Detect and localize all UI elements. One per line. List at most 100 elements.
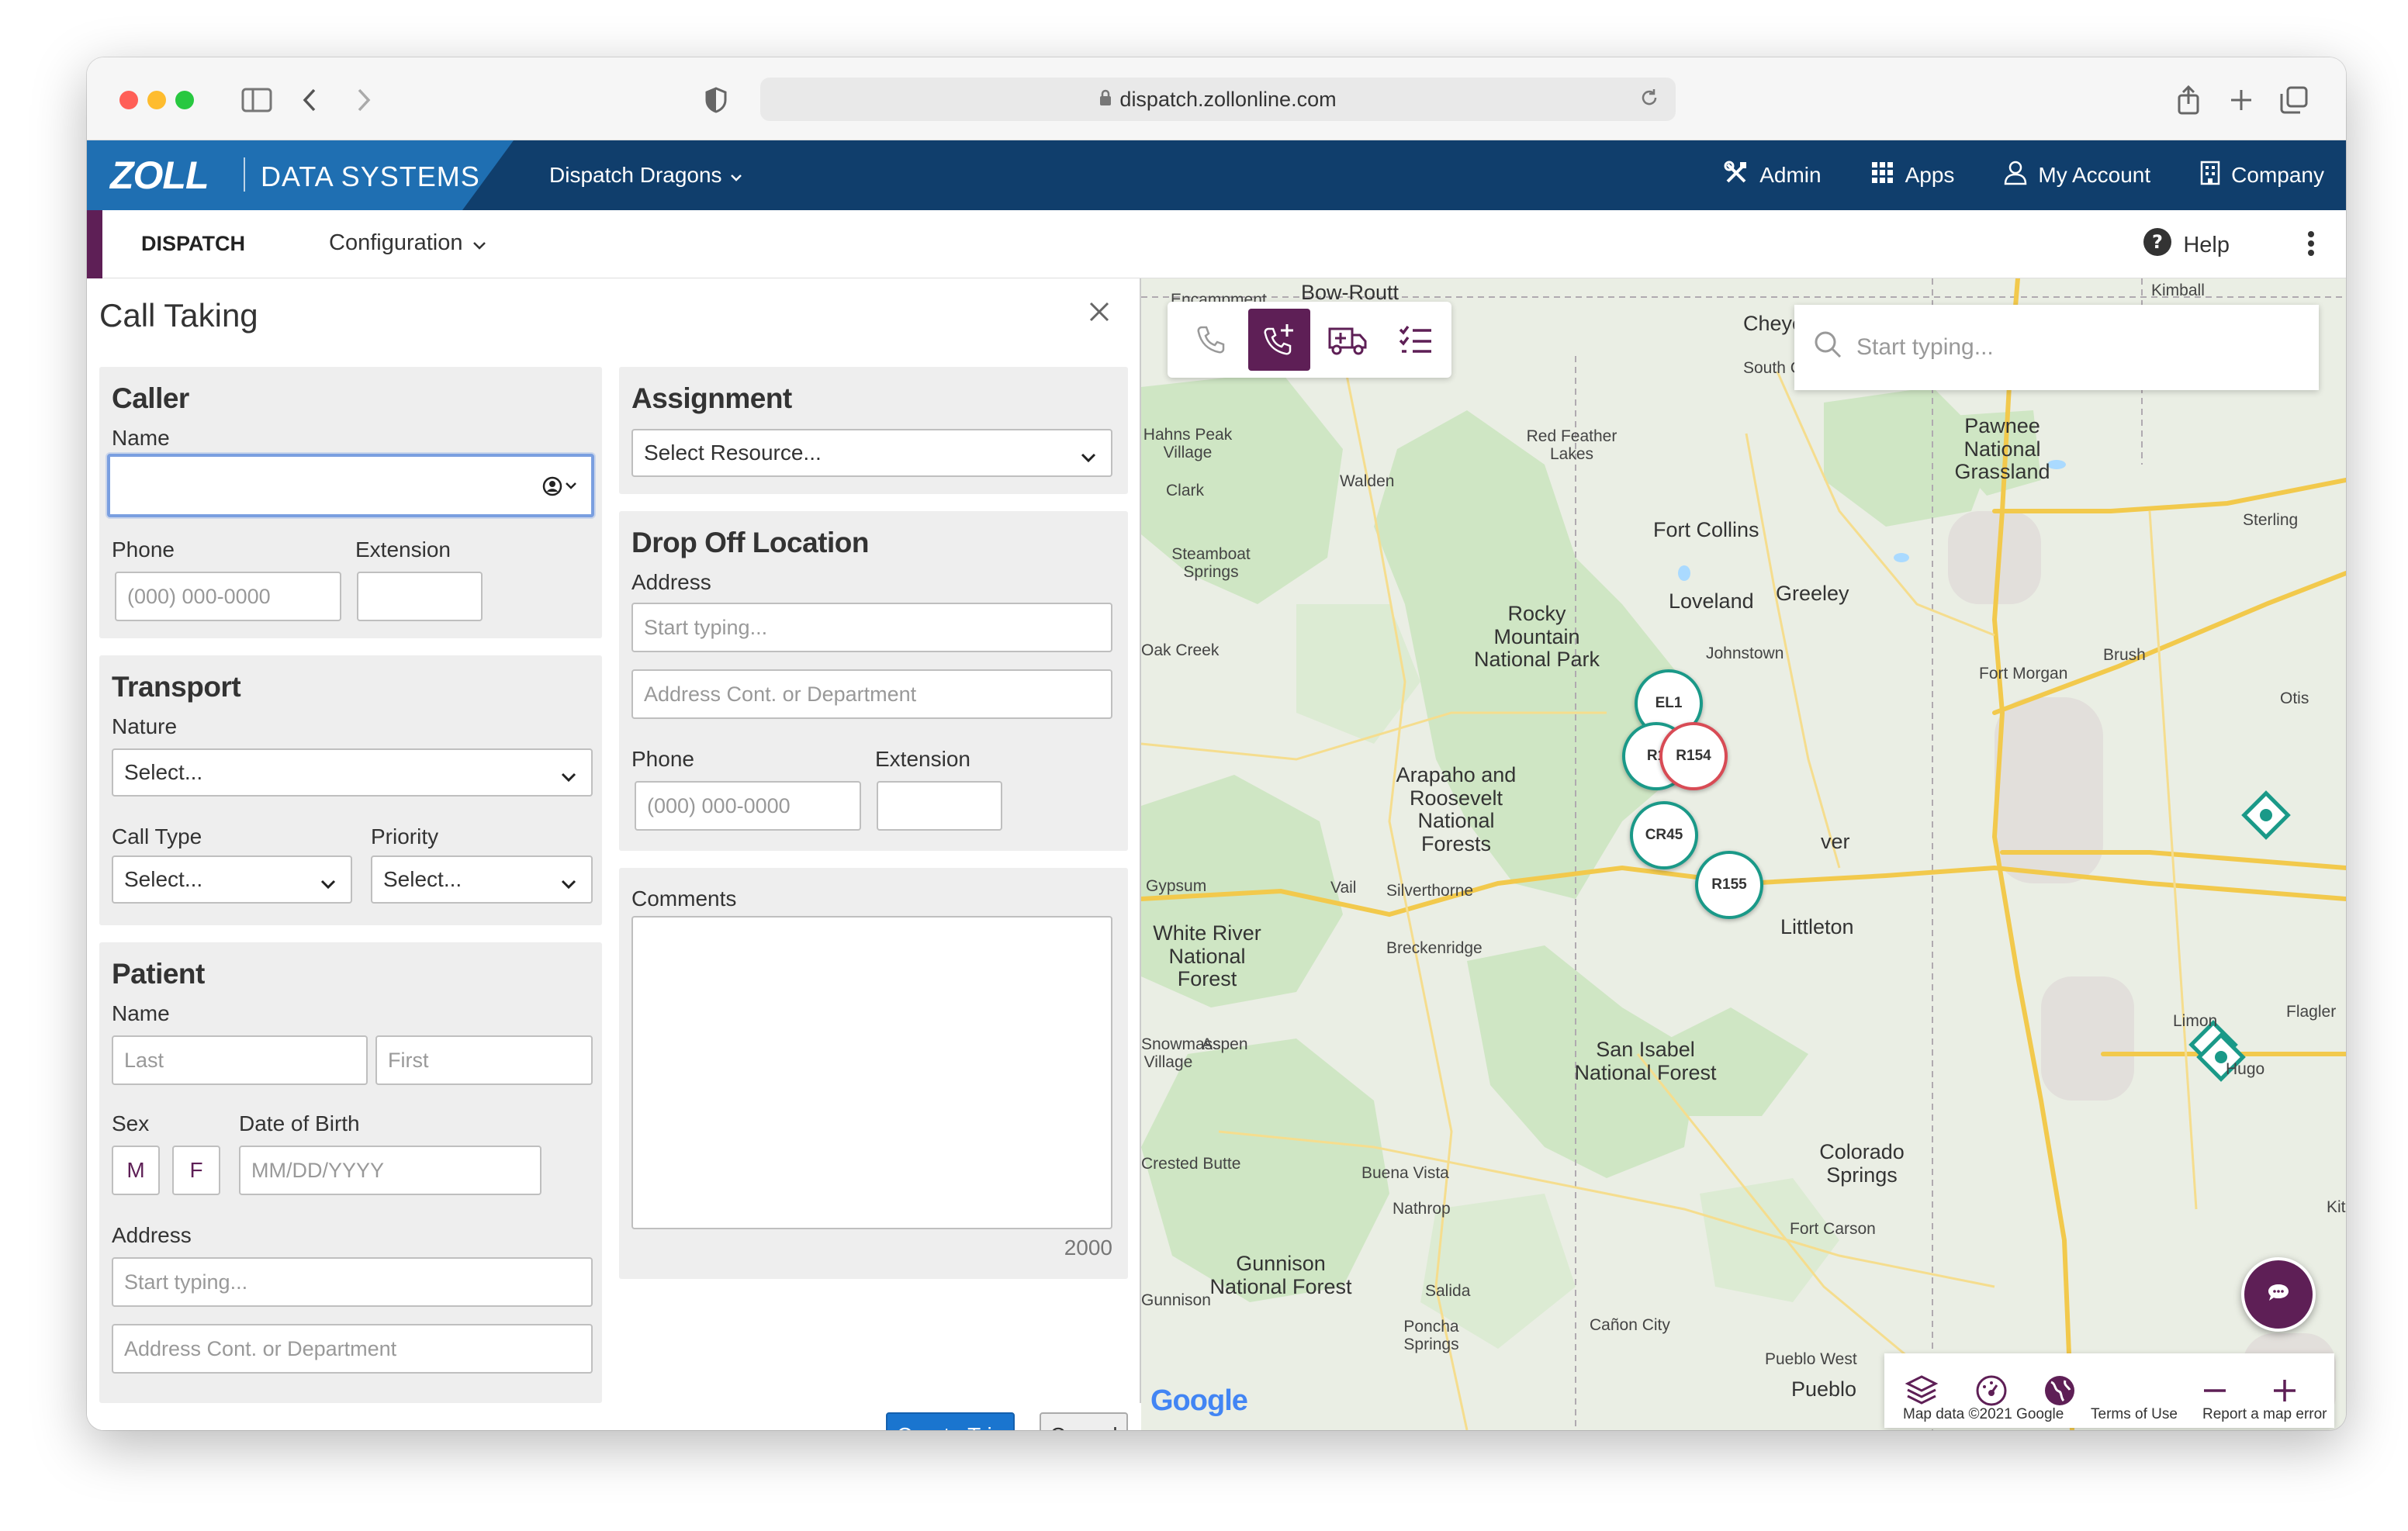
globe-icon[interactable] (2040, 1370, 2080, 1411)
task-list-icon[interactable] (1385, 309, 1447, 371)
cancel-button[interactable]: Cancel (1040, 1412, 1128, 1430)
browser-toolbar: dispatch.zollonline.com (87, 57, 2346, 140)
comments-textarea[interactable] (631, 916, 1112, 1229)
caller-name-field[interactable] (107, 454, 594, 517)
forward-icon[interactable] (344, 81, 383, 119)
configuration-menu[interactable]: Configuration (329, 230, 486, 256)
brand-name: DATA SYSTEMS (261, 161, 480, 192)
tab-dispatch[interactable]: DISPATCH (141, 232, 245, 256)
priority-value: Select... (383, 867, 462, 891)
nav-my-account[interactable]: My Account (2004, 161, 2150, 191)
sex-male-button[interactable]: M (112, 1146, 160, 1195)
ambulance-icon[interactable] (1316, 309, 1379, 371)
map-label-sterling: Sterling (2243, 511, 2299, 529)
reload-icon[interactable] (1638, 87, 1660, 114)
sidebar-toggle-icon[interactable] (237, 81, 276, 119)
minimize-window-button[interactable] (147, 91, 166, 109)
nav-admin[interactable]: Admin (1724, 161, 1822, 191)
zoom-window-button[interactable] (175, 91, 194, 109)
map-label-greeley: Greeley (1776, 582, 1849, 605)
caller-section: Caller Name Phone Extension (000) 000-00… (99, 367, 602, 638)
phone-call-icon[interactable] (1180, 309, 1242, 371)
priority-select[interactable]: Select... (371, 855, 593, 904)
nav-company-label: Company (2231, 163, 2324, 187)
help-link[interactable]: ? Help (2143, 227, 2230, 263)
dashboard-gauge-icon[interactable] (1971, 1370, 2012, 1411)
share-icon[interactable] (2169, 81, 2208, 119)
dropoff-phone-field[interactable]: (000) 000-0000 (635, 781, 861, 831)
patient-name-label: Name (112, 1001, 170, 1025)
map-label-fort-collins: Fort Collins (1653, 518, 1759, 541)
unit-marker-r155[interactable]: R155 (1695, 851, 1763, 919)
resource-value: Select Resource... (644, 441, 822, 465)
more-options-icon[interactable] (2307, 230, 2315, 261)
dropoff-extension-field[interactable] (877, 781, 1002, 831)
map-label-snowmass: Snowmass Village (1141, 1035, 1221, 1072)
call-type-select[interactable]: Select... (112, 855, 352, 904)
brand-logo[interactable]: ZOLL DATA SYSTEMS (87, 140, 514, 210)
patient-address2-field[interactable]: Address Cont. or Department (112, 1324, 593, 1374)
help-icon: ? (2143, 227, 2172, 263)
patient-address-field[interactable]: Start typing... (112, 1257, 593, 1307)
map-label-arapaho: Arapaho and Roosevelt National Forests (1396, 763, 1517, 856)
comments-label: Comments (631, 886, 737, 911)
map-view[interactable]: Encampment Bow-Routt Cheye South C Kimba… (1141, 278, 2346, 1430)
map-search-input[interactable]: Start typing... (1794, 305, 2319, 390)
create-trip-button[interactable]: Create Trip (886, 1412, 1015, 1430)
panel-title: Call Taking (99, 297, 258, 334)
back-icon[interactable] (290, 81, 329, 119)
dob-placeholder: MM/DD/YYYY (251, 1158, 385, 1182)
patient-last-name-field[interactable]: Last (112, 1035, 368, 1085)
map-label-johnstown: Johnstown (1706, 645, 1784, 662)
sex-female-button[interactable]: F (172, 1146, 220, 1195)
map-label-vail: Vail (1330, 879, 1357, 897)
unit-marker-r154[interactable]: R154 (1659, 722, 1728, 790)
dropoff-extension-label: Extension (875, 747, 970, 771)
caller-phone-field[interactable]: (000) 000-0000 (115, 572, 341, 621)
close-icon[interactable] (1088, 300, 1111, 327)
map-label-white-river: White River National Forest (1153, 921, 1261, 991)
google-logo: Google (1150, 1384, 1248, 1417)
nav-apps[interactable]: Apps (1871, 161, 1954, 190)
patient-first-placeholder: First (388, 1048, 429, 1072)
terms-of-use-link[interactable]: Terms of Use (2091, 1406, 2178, 1423)
report-map-error-link[interactable]: Report a map error (2202, 1406, 2327, 1423)
dropoff-address2-field[interactable]: Address Cont. or Department (631, 669, 1112, 719)
nav-company[interactable]: Company (2200, 161, 2324, 191)
chat-button[interactable] (2241, 1257, 2316, 1332)
map-label-flagler: Flagler (2286, 1003, 2337, 1021)
map-label-loveland: Loveland (1669, 589, 1754, 613)
dropoff-address-field[interactable]: Start typing... (631, 603, 1112, 652)
sex-label: Sex (112, 1111, 150, 1135)
comments-section: Comments 2000 (619, 868, 1128, 1279)
help-label: Help (2183, 232, 2230, 257)
new-tab-icon[interactable] (2222, 81, 2261, 119)
zoom-out-icon[interactable] (2195, 1370, 2235, 1411)
dob-field[interactable]: MM/DD/YYYY (239, 1146, 541, 1195)
privacy-shield-icon[interactable] (697, 81, 735, 119)
resource-select[interactable]: Select Resource... (631, 429, 1112, 477)
map-label-red-feather: Red Feather Lakes (1526, 427, 1617, 464)
svg-text:?: ? (2152, 231, 2163, 253)
chevron-down-icon (560, 764, 577, 789)
add-call-icon[interactable] (1248, 309, 1310, 371)
caller-extension-field[interactable] (357, 572, 483, 621)
map-label-oak-creek: Oak Creek (1141, 641, 1220, 659)
address-bar[interactable]: dispatch.zollonline.com (760, 78, 1676, 121)
patient-first-name-field[interactable]: First (375, 1035, 593, 1085)
zoom-in-icon[interactable] (2264, 1370, 2305, 1411)
map-label-crested-butte: Crested Butte (1141, 1155, 1241, 1173)
map-mode-toolbar (1168, 302, 1451, 378)
layers-icon[interactable] (1901, 1370, 1942, 1411)
contact-picker-icon[interactable] (541, 475, 579, 503)
lock-icon (1099, 88, 1112, 112)
configuration-label: Configuration (329, 230, 463, 255)
tab-overview-icon[interactable] (2275, 81, 2313, 119)
map-label-pawnee: Pawnee National Grassland (1954, 414, 2050, 484)
org-switcher[interactable]: Dispatch Dragons (549, 163, 742, 188)
map-label-rocky-mountain: Rocky Mountain National Park (1473, 602, 1600, 672)
unit-marker-cr45[interactable]: CR45 (1630, 801, 1698, 869)
close-window-button[interactable] (119, 91, 138, 109)
nature-select[interactable]: Select... (112, 748, 593, 797)
map-label-gunnison: Gunnison (1141, 1291, 1211, 1309)
